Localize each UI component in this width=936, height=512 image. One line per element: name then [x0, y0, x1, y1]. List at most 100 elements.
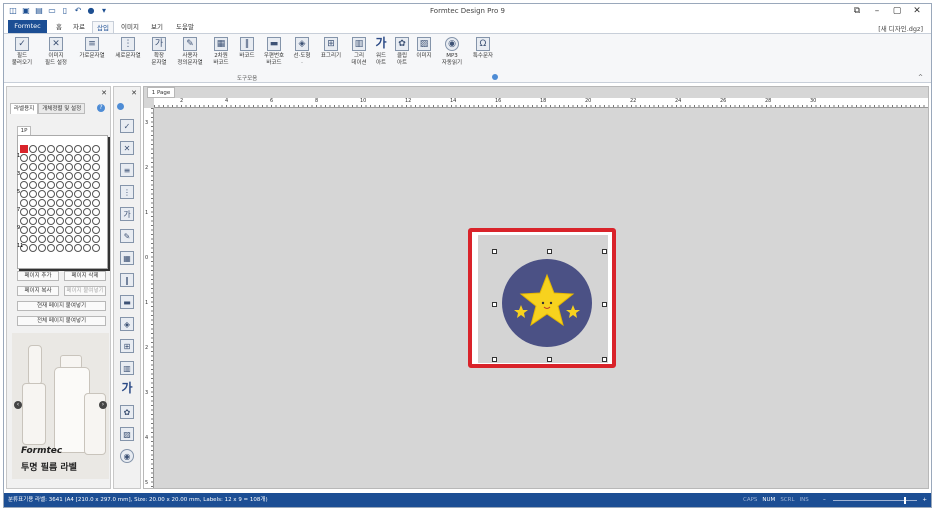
label-cell[interactable]: [56, 163, 64, 171]
label-cell[interactable]: [29, 172, 37, 180]
load-field-button[interactable]: ✓ 필드 불러오기: [8, 37, 36, 67]
extended-text-button[interactable]: 가 확장 문자열: [145, 37, 173, 67]
label-cell[interactable]: [83, 235, 91, 243]
ribbon-display-icon[interactable]: ⧉: [849, 5, 865, 18]
label-cell[interactable]: [29, 154, 37, 162]
label-cell[interactable]: [29, 217, 37, 225]
tab-label-paper[interactable]: 라벨용지: [10, 103, 39, 114]
label-cell[interactable]: [29, 226, 37, 234]
special-char-button[interactable]: Ω 특수문자: [469, 37, 497, 60]
tab-help[interactable]: 도움말: [172, 21, 198, 33]
label-cell[interactable]: [83, 244, 91, 252]
paste-page-button[interactable]: 페이지 붙여넣기: [64, 286, 106, 296]
copy-page-button[interactable]: 페이지 복사: [17, 286, 59, 296]
custom-text-button[interactable]: ✎ 사용자 정의문자열: [176, 37, 204, 67]
barcode-button[interactable]: ‖ 바코드: [233, 37, 261, 60]
label-cell[interactable]: [29, 208, 37, 216]
label-cell[interactable]: [83, 181, 91, 189]
qr-barcode-button[interactable]: ▦ 2차원 바코드: [207, 37, 235, 67]
minimize-icon[interactable]: –: [869, 5, 885, 18]
close-icon[interactable]: ✕: [909, 5, 925, 18]
word-art-icon[interactable]: 가: [120, 382, 134, 396]
label-cell[interactable]: [29, 199, 37, 207]
label-cell[interactable]: [29, 181, 37, 189]
clip-art-icon[interactable]: ✿: [120, 405, 134, 419]
label-cell-selected[interactable]: [20, 145, 28, 153]
page-tab[interactable]: 1 Page: [147, 87, 175, 98]
resize-handle-e[interactable]: [602, 302, 607, 307]
horizontal-text-icon[interactable]: ≡: [120, 163, 134, 177]
tab-insert[interactable]: 삽입: [92, 21, 114, 33]
label-cell[interactable]: [38, 217, 46, 225]
vertical-text-button[interactable]: ⋮ 세로문자열: [114, 37, 142, 60]
zoom-slider[interactable]: – +: [823, 493, 927, 507]
label-cell[interactable]: [47, 208, 55, 216]
resize-handle-sw[interactable]: [492, 357, 497, 362]
label-cell[interactable]: [47, 145, 55, 153]
label-cell[interactable]: [65, 226, 73, 234]
label-cell[interactable]: [92, 145, 100, 153]
label-cell[interactable]: [74, 145, 82, 153]
label-cell[interactable]: [29, 235, 37, 243]
extended-text-icon[interactable]: 가: [120, 207, 134, 221]
label-cell[interactable]: [65, 172, 73, 180]
image-field-setting-button[interactable]: ✕ 이미지 필드 설정: [42, 37, 70, 67]
label-cell[interactable]: [47, 163, 55, 171]
field-check-icon[interactable]: ✓: [120, 119, 134, 133]
label-cell[interactable]: [56, 199, 64, 207]
maximize-icon[interactable]: ▢: [889, 5, 905, 18]
barcode-icon[interactable]: ‖: [120, 273, 134, 287]
selected-label-highlight[interactable]: [468, 228, 616, 368]
label-cell[interactable]: [20, 208, 28, 216]
label-cell[interactable]: [92, 154, 100, 162]
line-shape-button[interactable]: ◈ 선·도형 ·: [288, 37, 316, 67]
add-page-button[interactable]: 페이지 추가: [17, 271, 59, 281]
label-cell[interactable]: [38, 190, 46, 198]
label-cell[interactable]: [47, 199, 55, 207]
zoom-out-icon[interactable]: –: [823, 493, 826, 507]
ad-prev-arrow[interactable]: ‹: [14, 401, 22, 409]
label-cell[interactable]: [92, 199, 100, 207]
mp3-icon[interactable]: ◉: [120, 449, 134, 463]
panel-close-icon[interactable]: ✕: [101, 89, 107, 97]
label-cell[interactable]: [83, 154, 91, 162]
star-circle-object[interactable]: [502, 259, 592, 347]
label-cell[interactable]: [65, 199, 73, 207]
label-cell[interactable]: [56, 154, 64, 162]
label-circle-grid[interactable]: [20, 145, 106, 253]
label-cell[interactable]: [83, 145, 91, 153]
image-button[interactable]: ▨ 이미지: [410, 37, 438, 60]
label-cell[interactable]: [20, 226, 28, 234]
label-cell[interactable]: [92, 217, 100, 225]
tab-formtec[interactable]: Formtec: [8, 20, 47, 33]
label-cell[interactable]: [74, 217, 82, 225]
table-icon[interactable]: ⊞: [120, 339, 134, 353]
mp3-autoread-button[interactable]: ◉ MP3 자동읽기: [438, 37, 466, 67]
label-cell[interactable]: [74, 226, 82, 234]
label-cell[interactable]: [20, 199, 28, 207]
resize-handle-s[interactable]: [547, 357, 552, 362]
label-cell[interactable]: [74, 154, 82, 162]
tab-home[interactable]: 홈: [52, 21, 66, 33]
label-cell[interactable]: [65, 244, 73, 252]
label-cell[interactable]: [56, 217, 64, 225]
label-cell[interactable]: [65, 181, 73, 189]
label-cell[interactable]: [56, 226, 64, 234]
vertical-text-icon[interactable]: ⋮: [120, 185, 134, 199]
image-field-icon[interactable]: ✕: [120, 141, 134, 155]
resize-handle-w[interactable]: [492, 302, 497, 307]
label-cell[interactable]: [29, 145, 37, 153]
label-cell[interactable]: [20, 163, 28, 171]
label-cell[interactable]: [56, 172, 64, 180]
label-cell[interactable]: [38, 181, 46, 189]
label-cell[interactable]: [38, 208, 46, 216]
label-cell[interactable]: [74, 190, 82, 198]
label-cell[interactable]: [74, 244, 82, 252]
draw-table-button[interactable]: ⊞ 표그리기: [317, 37, 345, 60]
shape-icon[interactable]: ◈: [120, 317, 134, 331]
label-cell[interactable]: [74, 199, 82, 207]
label-cell[interactable]: [92, 181, 100, 189]
tab-object-align[interactable]: 개체정렬 및 설정: [38, 103, 86, 114]
label-cell[interactable]: [47, 190, 55, 198]
label-cell[interactable]: [20, 235, 28, 243]
